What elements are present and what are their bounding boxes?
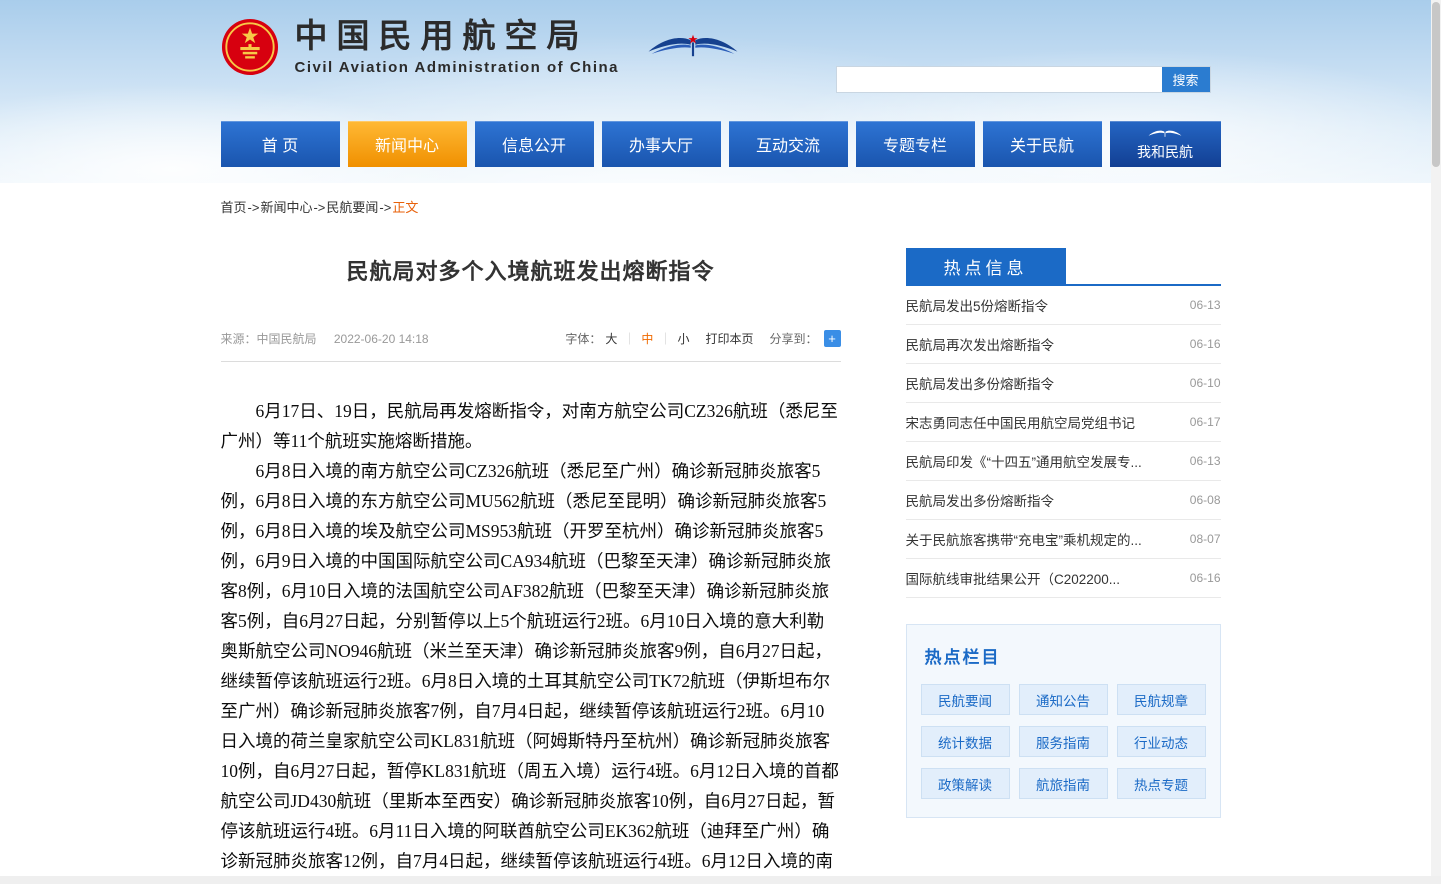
hot-columns-grid: 民航要闻 通知公告 民航规章 统计数据 服务指南 行业动态 政策解读 航旅指南 … bbox=[921, 684, 1206, 799]
article-paragraph: 6月17日、19日，民航局再发熔断指令，对南方航空公司CZ326航班（悉尼至广州… bbox=[221, 396, 841, 456]
hot-column-statistics[interactable]: 统计数据 bbox=[921, 726, 1010, 757]
national-emblem-logo bbox=[221, 18, 279, 76]
hot-column-regulations[interactable]: 民航规章 bbox=[1117, 684, 1206, 715]
site-title-cn: 中国民用航空局 bbox=[295, 18, 620, 54]
nav-item-service-hall[interactable]: 办事大厅 bbox=[602, 121, 721, 167]
horizontal-scrollbar[interactable] bbox=[0, 876, 1441, 884]
nav-item-interaction[interactable]: 互动交流 bbox=[729, 121, 848, 167]
font-size-small[interactable]: 小 bbox=[677, 330, 689, 347]
article-body: 6月17日、19日，民航局再发熔断指令，对南方航空公司CZ326航班（悉尼至广州… bbox=[221, 396, 841, 884]
article-paragraph: 6月8日入境的南方航空公司CZ326航班（悉尼至广州）确诊新冠肺炎旅客5例，6月… bbox=[221, 456, 841, 884]
nav-item-about-caac[interactable]: 关于民航 bbox=[983, 121, 1102, 167]
hot-column-notices[interactable]: 通知公告 bbox=[1019, 684, 1108, 715]
hot-column-travel-guide[interactable]: 航旅指南 bbox=[1019, 768, 1108, 799]
hot-info-link[interactable]: 民航局发出5份熔断指令 bbox=[906, 295, 1178, 315]
breadcrumb-caac-news[interactable]: 民航要闻 bbox=[326, 200, 378, 215]
hot-info-title: 热点信息 bbox=[906, 248, 1066, 284]
hot-columns-box: 热点栏目 民航要闻 通知公告 民航规章 统计数据 服务指南 行业动态 政策解读 … bbox=[906, 624, 1221, 818]
article-datetime: 2022-06-20 14:18 bbox=[334, 332, 429, 346]
hot-info-header: 热点信息 bbox=[906, 248, 1221, 286]
hot-info-date: 08-07 bbox=[1190, 532, 1221, 546]
hot-info-date: 06-16 bbox=[1190, 337, 1221, 351]
breadcrumb: 首页->新闻中心->民航要闻->正文 bbox=[221, 183, 1221, 228]
content-area: 首页->新闻中心->民航要闻->正文 民航局对多个入境航班发出熔断指令 来源：中… bbox=[0, 183, 1441, 884]
site-logo: 中国民用航空局 Civil Aviation Administration of… bbox=[221, 18, 740, 76]
hot-info-link[interactable]: 民航局印发《“十四五”通用航空发展专... bbox=[906, 451, 1178, 471]
caac-wings-icon bbox=[647, 25, 739, 69]
breadcrumb-current: 正文 bbox=[392, 200, 418, 215]
nav-item-info-disclosure[interactable]: 信息公开 bbox=[475, 121, 594, 167]
hot-columns-title: 热点栏目 bbox=[925, 643, 1206, 668]
breadcrumb-separator: -> bbox=[313, 200, 325, 215]
search-button[interactable]: 搜索 bbox=[1162, 67, 1210, 92]
font-size-label: 字体： bbox=[565, 330, 601, 347]
hot-column-policy[interactable]: 政策解读 bbox=[921, 768, 1010, 799]
breadcrumb-news-center[interactable]: 新闻中心 bbox=[260, 200, 312, 215]
search-bar: 搜索 bbox=[836, 66, 1211, 93]
sidebar: 热点信息 民航局发出5份熔断指令 06-13 民航局再次发出熔断指令 06-16 民… bbox=[906, 236, 1221, 818]
breadcrumb-home[interactable]: 首页 bbox=[221, 200, 247, 215]
hot-info-link[interactable]: 民航局再次发出熔断指令 bbox=[906, 334, 1178, 354]
hot-column-caac-news[interactable]: 民航要闻 bbox=[921, 684, 1010, 715]
nav-item-home[interactable]: 首 页 bbox=[221, 121, 340, 167]
article-source: 来源：中国民航局 bbox=[221, 332, 317, 346]
list-item: 民航局印发《“十四五”通用航空发展专... 06-13 bbox=[906, 442, 1221, 481]
hot-column-industry-news[interactable]: 行业动态 bbox=[1117, 726, 1206, 757]
breadcrumb-separator: -> bbox=[379, 200, 391, 215]
hot-info-link[interactable]: 民航局发出多份熔断指令 bbox=[906, 373, 1178, 393]
hot-info-date: 06-17 bbox=[1190, 415, 1221, 429]
site-title-en: Civil Aviation Administration of China bbox=[295, 59, 620, 76]
list-item: 关于民航旅客携带“充电宝”乘机规定的... 08-07 bbox=[906, 520, 1221, 559]
font-size-medium[interactable]: 中 bbox=[641, 330, 653, 347]
list-item: 宋志勇同志任中国民用航空局党组书记 06-17 bbox=[906, 403, 1221, 442]
mini-wings-icon bbox=[1148, 127, 1182, 141]
hot-info-list: 民航局发出5份熔断指令 06-13 民航局再次发出熔断指令 06-16 民航局发出多… bbox=[906, 286, 1221, 598]
hot-info-link[interactable]: 宋志勇同志任中国民用航空局党组书记 bbox=[906, 412, 1178, 432]
nav-item-special-topics[interactable]: 专题专栏 bbox=[856, 121, 975, 167]
hot-info-date: 06-13 bbox=[1190, 454, 1221, 468]
hot-info-link[interactable]: 关于民航旅客携带“充电宝”乘机规定的... bbox=[906, 529, 1178, 549]
hot-column-hot-topics[interactable]: 热点专题 bbox=[1117, 768, 1206, 799]
page: 中国民用航空局 Civil Aviation Administration of… bbox=[0, 0, 1441, 884]
article-meta: 来源：中国民航局 2022-06-20 14:18 字体： 大 ｜ 中 ｜ 小 … bbox=[221, 330, 841, 362]
vertical-scrollbar[interactable] bbox=[1431, 0, 1441, 884]
hot-info-link[interactable]: 国际航线审批结果公开（C202200... bbox=[906, 568, 1178, 588]
share-label: 分享到： bbox=[769, 330, 817, 347]
search-input[interactable] bbox=[837, 67, 1162, 92]
print-page-button[interactable]: 打印本页 bbox=[705, 330, 753, 347]
site-header: 中国民用航空局 Civil Aviation Administration of… bbox=[0, 0, 1441, 183]
hot-info-date: 06-08 bbox=[1190, 493, 1221, 507]
hot-column-service-guide[interactable]: 服务指南 bbox=[1019, 726, 1108, 757]
share-plus-icon[interactable]: + bbox=[824, 330, 841, 347]
list-item: 民航局发出5份熔断指令 06-13 bbox=[906, 286, 1221, 325]
font-size-separator: ｜ bbox=[659, 330, 671, 347]
main-nav: 首 页 新闻中心 信息公开 办事大厅 互动交流 专题专栏 关于民航 我和民航 bbox=[221, 121, 1221, 167]
nav-item-me-and-caac[interactable]: 我和民航 bbox=[1110, 121, 1221, 167]
article: 民航局对多个入境航班发出熔断指令 来源：中国民航局 2022-06-20 14:… bbox=[221, 236, 841, 884]
list-item: 民航局发出多份熔断指令 06-08 bbox=[906, 481, 1221, 520]
list-item: 国际航线审批结果公开（C202200... 06-16 bbox=[906, 559, 1221, 598]
hot-info-link[interactable]: 民航局发出多份熔断指令 bbox=[906, 490, 1178, 510]
list-item: 民航局再次发出熔断指令 06-16 bbox=[906, 325, 1221, 364]
article-title: 民航局对多个入境航班发出熔断指令 bbox=[221, 254, 841, 286]
hot-info-date: 06-16 bbox=[1190, 571, 1221, 585]
font-size-large[interactable]: 大 bbox=[605, 330, 617, 347]
breadcrumb-separator: -> bbox=[248, 200, 260, 215]
scrollbar-thumb[interactable] bbox=[1432, 2, 1440, 167]
hot-info-date: 06-10 bbox=[1190, 376, 1221, 390]
hot-info-date: 06-13 bbox=[1190, 298, 1221, 312]
font-size-separator: ｜ bbox=[623, 330, 635, 347]
list-item: 民航局发出多份熔断指令 06-10 bbox=[906, 364, 1221, 403]
nav-item-label: 我和民航 bbox=[1137, 142, 1193, 162]
nav-item-news-center[interactable]: 新闻中心 bbox=[348, 121, 467, 167]
